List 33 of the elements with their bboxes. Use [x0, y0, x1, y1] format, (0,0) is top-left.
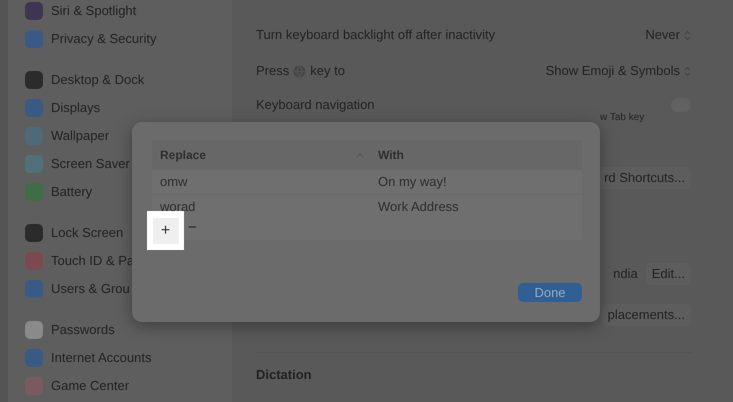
setting-label: Keyboard navigation — [256, 96, 375, 114]
sidebar-item[interactable]: Users & Grou — [51, 279, 130, 299]
hint-text: w Tab key — [600, 110, 644, 124]
sidebar-item[interactable]: Lock Screen — [51, 223, 124, 243]
sidebar-item[interactable]: Screen Saver — [51, 154, 130, 174]
setting-label: Press — [256, 62, 290, 80]
input-source-text: ndia — [613, 265, 638, 284]
section-heading: Dictation — [256, 366, 313, 384]
sidebar-item[interactable]: Internet Accounts — [51, 348, 152, 368]
popup-button[interactable]: Show Emoji & Symbols — [546, 61, 691, 81]
column-header[interactable]: Replace — [160, 146, 206, 164]
table-cell: On my way! — [378, 174, 447, 190]
sidebar-item[interactable]: Displays — [51, 98, 100, 118]
sidebar-item[interactable]: Wallpaper — [51, 126, 110, 146]
add-button[interactable]: + — [152, 218, 178, 244]
sidebar-item[interactable]: Siri & Spotlight — [51, 1, 136, 21]
shortcuts-button[interactable]: rd Shortcuts... — [598, 167, 691, 189]
column-header[interactable]: With — [378, 148, 404, 162]
sidebar-item[interactable]: Desktop & Dock — [51, 70, 144, 90]
sidebar-item[interactable]: Game Center — [51, 376, 130, 396]
setting-label: key to — [310, 62, 345, 80]
table-cell: Work Address — [378, 198, 459, 214]
text-replacements-button[interactable]: placements... — [602, 304, 691, 326]
popup-button[interactable]: Never — [645, 25, 691, 45]
sidebar-item[interactable]: Privacy & Security — [51, 29, 156, 49]
remove-button[interactable]: − — [188, 220, 197, 235]
edit-button[interactable]: Edit... — [646, 263, 691, 285]
sidebar-item[interactable]: Battery — [51, 182, 92, 202]
setting-label: Turn keyboard backlight off after inactivity — [256, 26, 496, 44]
sidebar-item[interactable]: Passwords — [51, 320, 115, 340]
table-cell-text: omw — [160, 173, 188, 192]
done-button[interactable]: Done — [518, 283, 582, 302]
table-cell-text: worad — [160, 198, 196, 216]
